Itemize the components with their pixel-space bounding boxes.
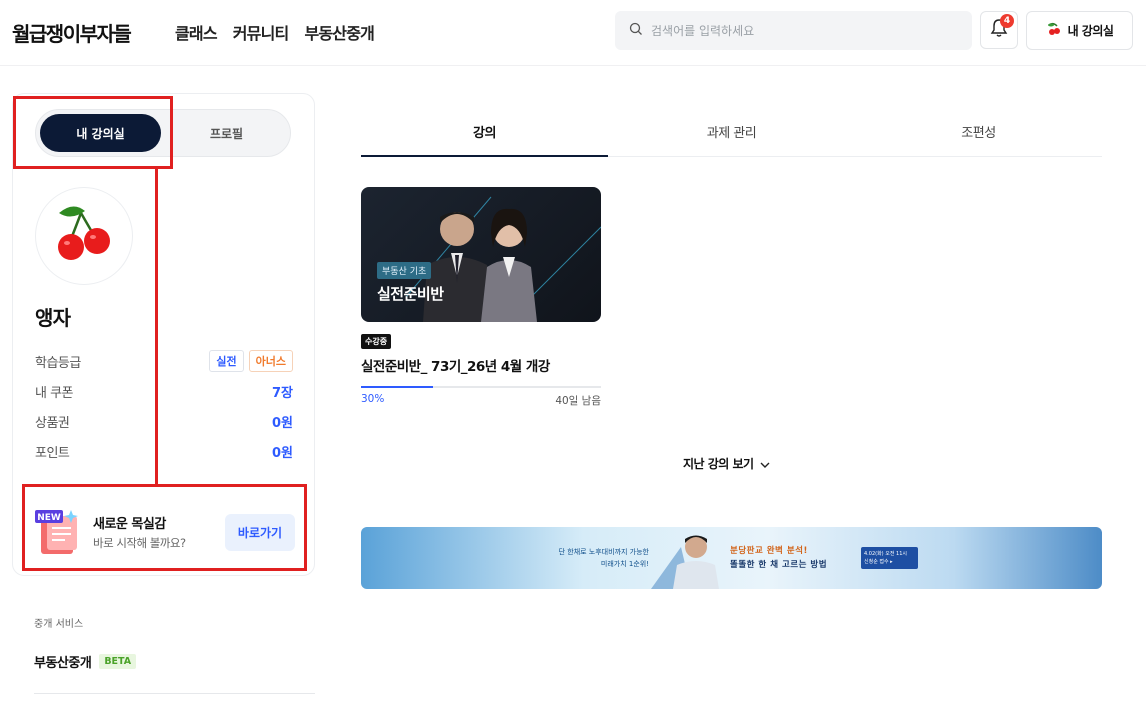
stat-grade: 학습등급 실전 아너스	[35, 346, 293, 376]
service-divider	[34, 693, 315, 694]
promo-text: 새로운 목실감 바로 시작해 볼까요?	[93, 513, 186, 551]
service-realestate[interactable]: 부동산중개 BETA	[34, 652, 137, 671]
notification-badge: 4	[1000, 14, 1014, 28]
ad-banner[interactable]: 단 한채로 노후대비까지 가능한 미래가치 1순위! 분당판교 완벽 분석! 똘…	[361, 527, 1102, 589]
banner-right-line2: 똘똘한 한 채 고르는 방법	[730, 560, 828, 570]
thumbnail-title: 실전준비반	[377, 285, 444, 303]
course-status-badge: 수강중	[361, 334, 392, 349]
stat-point-label: 포인트	[35, 445, 70, 461]
nav-class[interactable]: 클래스	[175, 20, 218, 44]
tab-groups[interactable]: 조편성	[855, 107, 1102, 156]
promo-subtitle: 바로 시작해 볼까요?	[93, 536, 186, 550]
course-progress-row: 30% 40일 남음	[361, 393, 601, 408]
my-classroom-button[interactable]: 내 강의실	[1026, 11, 1133, 50]
banner-cta-date: 4.02(화) 오전 11시	[864, 551, 907, 557]
promo-new-badge: NEW	[37, 513, 61, 523]
chevron-down-icon	[760, 457, 770, 471]
banner-person-image	[651, 535, 719, 589]
username: 앵자	[35, 306, 71, 330]
grade-badge-honors: 아너스	[248, 350, 293, 372]
course-card[interactable]: 부동산 기초 실전준비반 수강중 실전준비반_ 73기_26년 4월 개강 30…	[361, 187, 601, 408]
tab-my-classroom[interactable]: 내 강의실	[40, 114, 161, 152]
profile-stats: 학습등급 실전 아너스 내 쿠폰 7장 상품권 0원 포인트 0원	[35, 346, 293, 466]
promo-banner[interactable]: NEW 새로운 목실감 바로 시작해 볼까요? 바로가기	[35, 502, 295, 562]
search-icon	[629, 21, 643, 40]
avatar	[35, 187, 133, 285]
stat-coupon-label: 내 쿠폰	[35, 385, 74, 401]
cherry-icon	[1046, 22, 1062, 39]
banner-cta-action: 신청순 접수 ▸	[864, 559, 893, 565]
beta-badge: BETA	[99, 654, 137, 669]
stat-coupon-value[interactable]: 7장	[272, 382, 293, 401]
profile-segment-control: 내 강의실 프로필	[35, 109, 291, 157]
top-header: 월급쟁이부자들 클래스 커뮤니티 부동산중개 4 내 강의실	[0, 0, 1146, 66]
cherry-avatar-icon	[49, 199, 119, 273]
thumbnail-tag: 부동산 기초	[377, 262, 432, 279]
main-nav: 클래스 커뮤니티 부동산중개	[175, 20, 375, 44]
stat-point-value[interactable]: 0원	[272, 442, 293, 461]
banner-right-line1: 분당판교 완벽 분석!	[730, 546, 808, 556]
promo-go-button[interactable]: 바로가기	[225, 514, 295, 551]
search-box[interactable]	[615, 11, 972, 50]
notification-button[interactable]: 4	[980, 11, 1018, 49]
promo-notebook-icon: NEW	[35, 508, 83, 556]
service-section-title: 중개 서비스	[34, 619, 84, 630]
promo-title: 새로운 목실감	[93, 517, 166, 532]
banner-left-line1: 단 한채로 노후대비까지 가능한	[558, 548, 649, 556]
course-title[interactable]: 실전준비반_ 73기_26년 4월 개강	[361, 355, 601, 375]
stat-voucher[interactable]: 상품권 0원	[35, 406, 293, 436]
course-thumbnail[interactable]: 부동산 기초 실전준비반	[361, 187, 601, 322]
search-input[interactable]	[651, 23, 951, 38]
past-courses-label: 지난 강의 보기	[683, 457, 754, 471]
profile-card: 내 강의실 프로필 앵자 학습등급 실전 아너스 내 쿠폰 7장 상품권 0원 …	[12, 93, 315, 576]
banner-left-line2: 미래가치 1순위!	[600, 560, 649, 568]
site-logo[interactable]: 월급쟁이부자들	[12, 18, 132, 47]
course-progress-bar	[361, 386, 601, 388]
my-classroom-label: 내 강의실	[1067, 24, 1114, 38]
nav-community[interactable]: 커뮤니티	[233, 20, 289, 44]
tab-lectures[interactable]: 강의	[361, 107, 608, 157]
nav-realestate[interactable]: 부동산중개	[304, 20, 374, 44]
banner-right-copy: 분당판교 완벽 분석! 똘똘한 한 채 고르는 방법	[730, 544, 827, 572]
tab-assignments[interactable]: 과제 관리	[608, 107, 855, 156]
stat-grade-label: 학습등급	[35, 355, 81, 371]
past-courses-toggle[interactable]: 지난 강의 보기	[683, 455, 770, 472]
stat-point[interactable]: 포인트 0원	[35, 436, 293, 466]
course-days-left: 40일 남음	[555, 395, 601, 407]
course-progress-fill	[361, 386, 433, 388]
stat-coupon[interactable]: 내 쿠폰 7장	[35, 376, 293, 406]
tab-profile[interactable]: 프로필	[166, 114, 287, 152]
grade-badges: 실전 아너스	[209, 350, 293, 372]
banner-cta-box[interactable]: 4.02(화) 오전 11시 신청순 접수 ▸	[861, 547, 918, 569]
stat-voucher-label: 상품권	[35, 415, 70, 431]
banner-left-copy: 단 한채로 노후대비까지 가능한 미래가치 1순위!	[531, 546, 649, 570]
classroom-tabs: 강의 과제 관리 조편성	[361, 107, 1102, 157]
course-progress-percent: 30%	[361, 393, 385, 405]
stat-voucher-value[interactable]: 0원	[272, 412, 293, 431]
grade-badge-practical: 실전	[209, 350, 244, 372]
service-realestate-label: 부동산중개	[34, 656, 92, 671]
